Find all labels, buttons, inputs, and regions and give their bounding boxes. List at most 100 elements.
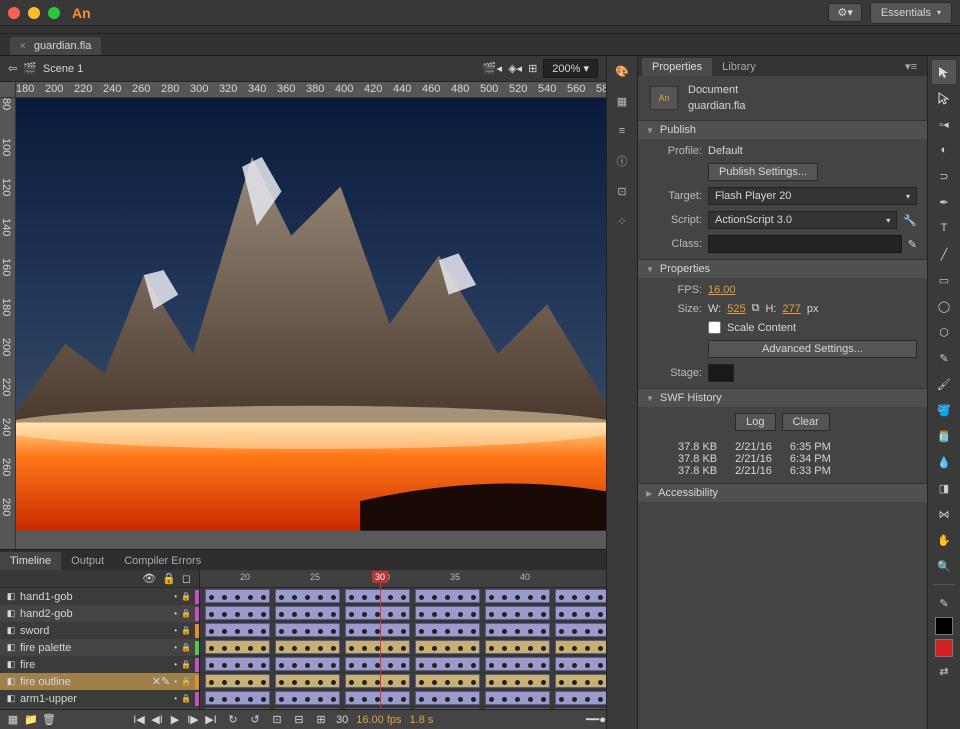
edit-symbol-icon[interactable]: ◈◂ [508, 62, 522, 75]
track[interactable] [200, 605, 606, 622]
frame-span[interactable] [345, 708, 410, 709]
frame-span[interactable] [205, 589, 270, 603]
lock-dot[interactable]: 🔒 [181, 609, 191, 618]
lock-dot[interactable]: 🔒 [181, 677, 191, 686]
track[interactable] [200, 673, 606, 690]
hand-tool[interactable]: ✋ [932, 528, 956, 552]
publish-settings-button[interactable]: Publish Settings... [708, 163, 818, 181]
play-button[interactable]: ▶ [168, 713, 182, 726]
frame-span[interactable] [555, 691, 606, 705]
pencil-tool[interactable]: ✎ [932, 346, 956, 370]
frame-span[interactable] [345, 691, 410, 705]
ruler-vertical[interactable]: 80100120140160180200220240260280 [0, 98, 16, 549]
class-input[interactable] [708, 235, 902, 253]
publish-section-header[interactable]: ▼Publish [638, 121, 927, 139]
fps-input[interactable]: 16.00 [708, 284, 736, 296]
frame-span[interactable] [275, 589, 340, 603]
brush-tool[interactable]: 🖌 [932, 372, 956, 396]
frame-span[interactable] [555, 708, 606, 709]
frame-span[interactable] [205, 708, 270, 709]
swf-history-header[interactable]: ▼SWF History [638, 389, 927, 407]
frame-span[interactable] [555, 589, 606, 603]
last-frame-button[interactable]: ▶I [204, 713, 218, 726]
link-dimensions-icon[interactable]: ⧉ [752, 302, 760, 315]
visibility-dot[interactable]: • [174, 626, 177, 635]
frame-span[interactable] [275, 623, 340, 637]
edit-scene-icon[interactable]: 🎬◂ [483, 62, 502, 75]
frame-span[interactable] [555, 674, 606, 688]
layer-row[interactable]: ◧hand1-gob•🔒 [0, 588, 199, 605]
frame-span[interactable] [555, 640, 606, 654]
polystar-tool[interactable]: ⬡ [932, 320, 956, 344]
frame-span[interactable] [205, 691, 270, 705]
oval-tool[interactable]: ◯ [932, 294, 956, 318]
accessibility-header[interactable]: ▶Accessibility [638, 484, 927, 502]
paint-bucket-tool[interactable]: 🪣 [932, 398, 956, 422]
frames-area[interactable]: 2025303540 30 [200, 570, 606, 709]
visibility-dot[interactable]: • [174, 694, 177, 703]
new-folder-button[interactable]: 📁 [24, 713, 38, 726]
minimize-window-button[interactable] [28, 7, 40, 19]
frame-span[interactable] [555, 606, 606, 620]
visibility-dot[interactable]: • [174, 643, 177, 652]
track[interactable] [200, 656, 606, 673]
frame-span[interactable] [345, 623, 410, 637]
maximize-window-button[interactable] [48, 7, 60, 19]
layer-row[interactable]: ◧fire palette•🔒 [0, 639, 199, 656]
tab-properties[interactable]: Properties [642, 58, 712, 76]
lock-dot[interactable]: 🔒 [181, 643, 191, 652]
fit-icon[interactable]: ⊞ [528, 62, 537, 75]
track[interactable] [200, 588, 606, 605]
3d-rotation-tool[interactable]: ◐ [932, 138, 956, 162]
layer-row[interactable]: ◧fire•🔒 [0, 656, 199, 673]
frame-span[interactable] [485, 657, 550, 671]
prev-frame-button[interactable]: ◀I [150, 713, 164, 726]
free-transform-tool[interactable]: ▫◂ [932, 112, 956, 136]
frame-span[interactable] [555, 623, 606, 637]
layer-color[interactable] [195, 607, 199, 621]
track[interactable] [200, 622, 606, 639]
layer-row[interactable]: ◧fire outline✕✎•🔒 [0, 673, 199, 690]
first-frame-button[interactable]: I◀ [132, 713, 146, 726]
frame-span[interactable] [345, 657, 410, 671]
visibility-dot[interactable]: • [174, 609, 177, 618]
zoom-tool[interactable]: 🔍 [932, 554, 956, 578]
ruler-horizontal[interactable]: /*populated below*/ 18020022024026028030… [16, 82, 606, 98]
frame-span[interactable] [485, 708, 550, 709]
log-button[interactable]: Log [735, 413, 775, 431]
frame-span[interactable] [415, 589, 480, 603]
onion-outline-button[interactable]: ⊟ [292, 713, 306, 726]
layer-row[interactable]: ◧hand2-gob•🔒 [0, 605, 199, 622]
close-tab-icon[interactable]: × [20, 41, 26, 52]
frame-span[interactable] [485, 589, 550, 603]
fps-label[interactable]: 16.00 fps [356, 714, 401, 726]
subselection-tool[interactable] [932, 86, 956, 110]
tab-library[interactable]: Library [712, 58, 766, 76]
document-tab[interactable]: × guardian.fla [10, 37, 101, 55]
layer-color[interactable] [195, 590, 199, 604]
lock-dot[interactable]: 🔒 [181, 592, 191, 601]
history-panel-icon[interactable]: ⁘ [613, 212, 631, 230]
layer-color[interactable] [195, 641, 199, 655]
advanced-settings-button[interactable]: Advanced Settings... [708, 340, 917, 358]
center-frame-button[interactable]: ↻ [226, 713, 240, 726]
target-dropdown[interactable]: Flash Player 20▾ [708, 187, 917, 205]
layer-color[interactable] [195, 624, 199, 638]
frame-span[interactable] [205, 640, 270, 654]
text-tool[interactable]: T [932, 216, 956, 240]
lock-dot[interactable]: 🔒 [181, 660, 191, 669]
frame-span[interactable] [345, 589, 410, 603]
frame-span[interactable] [205, 606, 270, 620]
frame-span[interactable] [485, 674, 550, 688]
frame-span[interactable] [205, 674, 270, 688]
frame-span[interactable] [275, 708, 340, 709]
frame-span[interactable] [415, 708, 480, 709]
scale-content-checkbox[interactable] [708, 321, 721, 334]
sync-settings-button[interactable]: ⚙▾ [828, 3, 861, 22]
visibility-icon[interactable]: 👁 [142, 572, 156, 585]
selection-tool[interactable] [932, 60, 956, 84]
track[interactable] [200, 639, 606, 656]
layer-color[interactable] [195, 658, 199, 672]
pen-tool[interactable]: ✒ [932, 190, 956, 214]
track[interactable] [200, 690, 606, 707]
